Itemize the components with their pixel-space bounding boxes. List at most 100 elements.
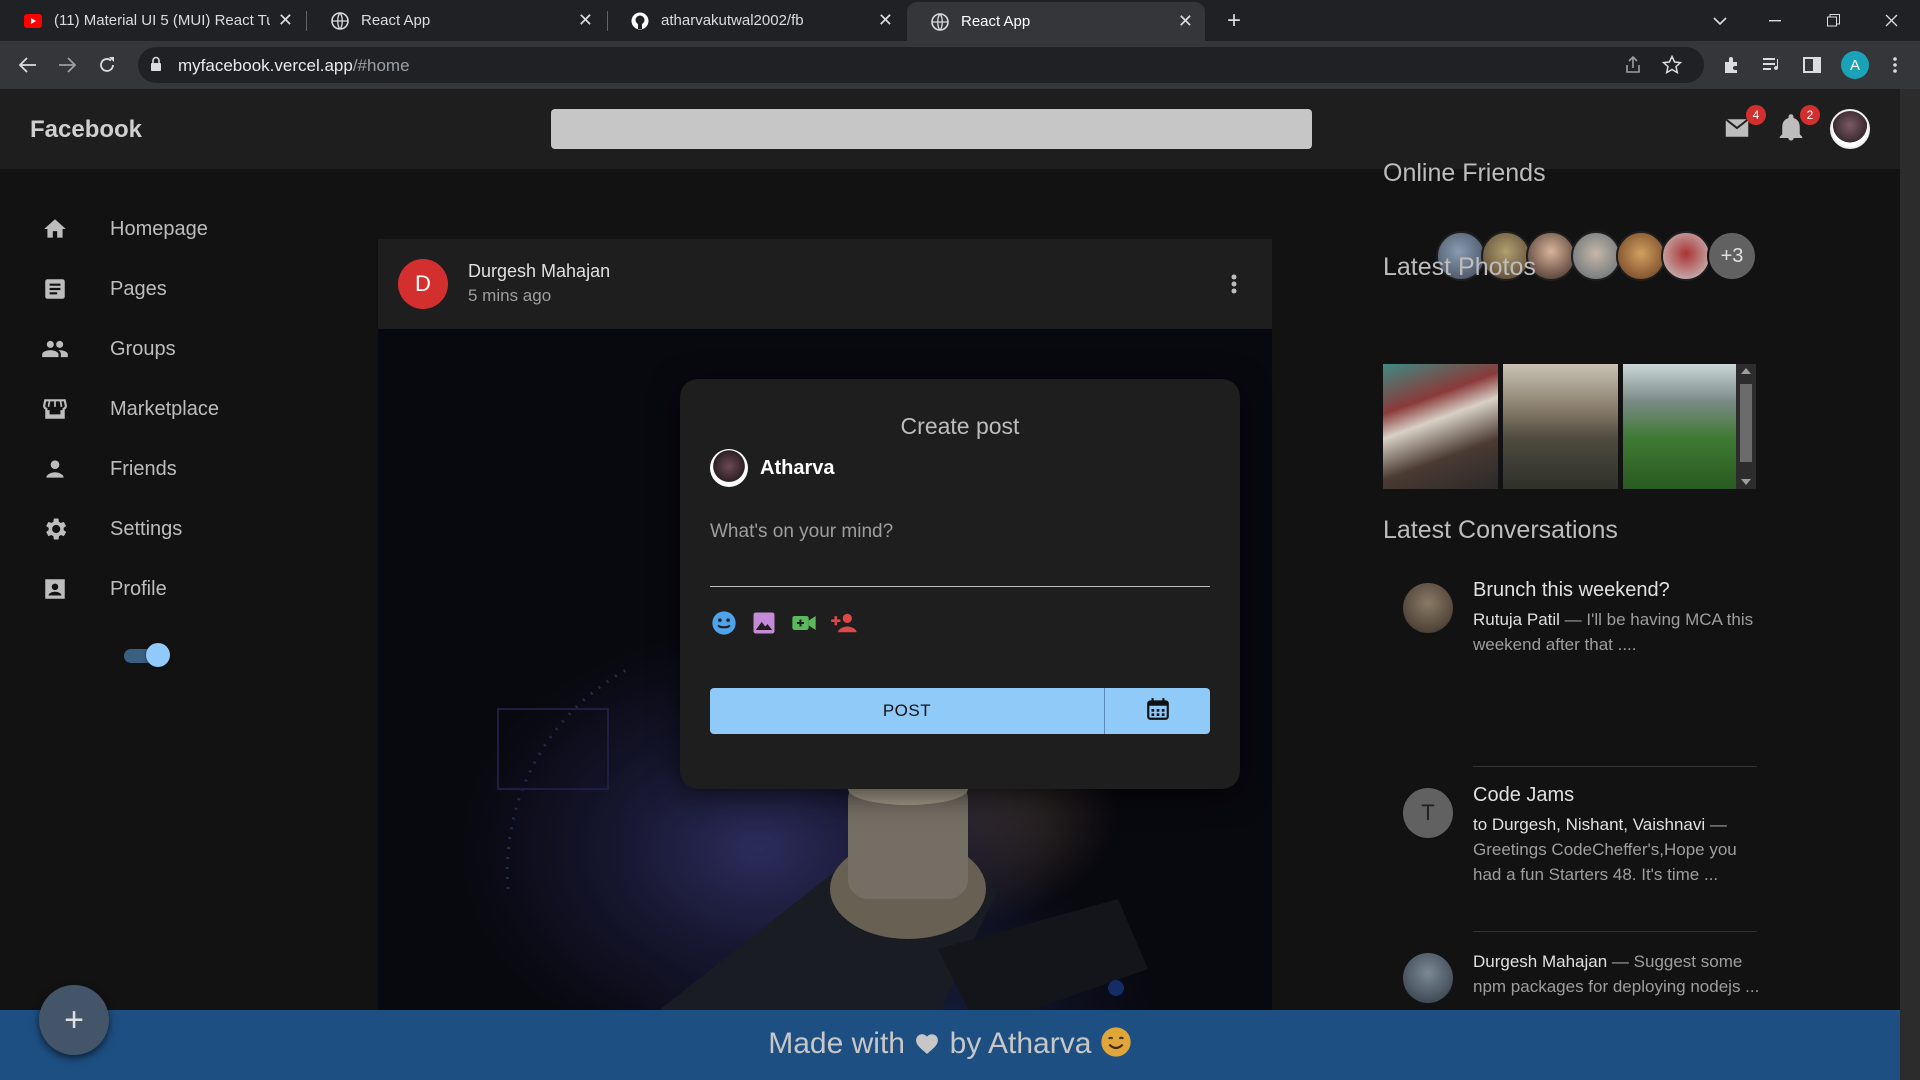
footer-text-after: by Atharva (949, 1027, 1092, 1060)
person-icon (40, 454, 70, 484)
tab-react-app-active[interactable]: React App ✕ (907, 2, 1205, 41)
create-post-modal: Create post Atharva What's on your mind?… (680, 379, 1240, 789)
image-icon[interactable] (750, 609, 778, 637)
notifications-bell-icon[interactable]: 2 (1776, 105, 1820, 145)
post-button-group: POST (710, 688, 1210, 734)
browser-profile-avatar[interactable]: A (1841, 51, 1869, 79)
latest-photo[interactable] (1383, 364, 1498, 489)
latest-photos-title: Latest Photos (1383, 253, 1536, 281)
online-friend-avatar[interactable] (1571, 231, 1621, 281)
settings-gear-icon (40, 514, 70, 544)
tab-search-chevron-icon[interactable] (1691, 0, 1749, 41)
notifications-badge: 2 (1800, 105, 1820, 125)
page-scrollbar[interactable] (1900, 89, 1920, 1080)
tab-title: React App (361, 12, 431, 29)
mail-icon[interactable]: 4 (1722, 105, 1766, 145)
sidebar-item-label: Pages (110, 277, 167, 300)
conversation-avatar: T (1403, 788, 1453, 838)
reload-icon[interactable] (91, 49, 123, 81)
more-vert-icon[interactable] (1224, 269, 1244, 299)
tab-github[interactable]: atharvakutwal2002/fb ✕ (607, 0, 905, 41)
sidebar-item-profile[interactable]: Profile (40, 569, 167, 609)
conversation-item[interactable]: T Code Jams to Durgesh, Nishant, Vaishna… (1383, 784, 1758, 924)
conversation-sender: Rutuja Patil (1473, 610, 1560, 629)
browser-menu-icon[interactable] (1879, 49, 1911, 81)
close-window-icon[interactable] (1862, 0, 1920, 41)
conversation-preview: Durgesh Mahajan — Suggest some npm packa… (1473, 949, 1763, 999)
switch-thumb[interactable] (146, 643, 170, 667)
schedule-button[interactable] (1104, 688, 1210, 734)
conversation-avatar (1403, 583, 1453, 633)
post-timestamp: 5 mins ago (468, 286, 552, 305)
conversation-preview: Rutuja Patil — I'll be having MCA this w… (1473, 607, 1763, 657)
tab-react-app-1[interactable]: React App ✕ (307, 0, 605, 41)
sidebar-item-marketplace[interactable]: Marketplace (40, 389, 219, 429)
forward-arrow-icon[interactable] (51, 49, 83, 81)
post-author-avatar[interactable]: D (398, 259, 448, 309)
sidebar-item-label: Groups (110, 337, 176, 360)
latest-photo[interactable] (1623, 364, 1738, 489)
footer-text: Made with by Atharva (0, 1026, 1900, 1061)
sidebar-item-settings[interactable]: Settings (40, 509, 182, 549)
post-text-input[interactable]: What's on your mind? (710, 509, 1210, 587)
close-tab-icon[interactable]: ✕ (578, 10, 593, 31)
online-friend-avatar[interactable] (1616, 231, 1666, 281)
moon-icon (40, 638, 70, 668)
conversation-title: Brunch this weekend? (1473, 579, 1670, 601)
minimize-icon[interactable] (1746, 0, 1804, 41)
user-avatar[interactable] (1830, 109, 1870, 149)
emoji-icon[interactable] (710, 609, 738, 637)
post-author-name: Durgesh Mahajan (468, 261, 611, 281)
bookmark-star-icon[interactable] (1661, 54, 1683, 80)
sidebar-item-label: Marketplace (110, 397, 219, 420)
online-friend-avatar[interactable] (1661, 231, 1711, 281)
sidebar-item-label: Profile (110, 577, 167, 600)
post-text-placeholder: What's on your mind? (710, 521, 894, 542)
post-header: D Durgesh Mahajan 5 mins ago (378, 239, 1272, 329)
footer-bar: Made with by Atharva (0, 1010, 1900, 1080)
tab-youtube[interactable]: (11) Material UI 5 (MUI) React Tu ✕ (0, 0, 305, 41)
photos-scrollbar[interactable] (1736, 364, 1756, 489)
tab-title: atharvakutwal2002/fb (661, 12, 804, 29)
search-input[interactable] (551, 109, 1312, 149)
close-tab-icon[interactable]: ✕ (878, 10, 893, 31)
dark-mode-switch[interactable] (124, 643, 172, 667)
url-path: /#home (352, 56, 410, 75)
scrollbar-thumb[interactable] (1740, 384, 1752, 462)
sidebar-item-label: Settings (110, 517, 183, 540)
sidebar-item-pages[interactable]: Pages (40, 269, 167, 309)
dark-mode-row (40, 633, 110, 673)
extensions-puzzle-icon[interactable] (1716, 49, 1748, 81)
brand-logo-text[interactable]: Facebook (30, 116, 142, 144)
close-tab-icon[interactable]: ✕ (1178, 11, 1193, 32)
article-icon (40, 274, 70, 304)
back-arrow-icon[interactable] (12, 49, 44, 81)
latest-photo[interactable] (1503, 364, 1618, 489)
github-icon (631, 12, 649, 30)
close-tab-icon[interactable]: ✕ (278, 10, 293, 31)
address-bar[interactable]: myfacebook.vercel.app/#home (138, 47, 1704, 83)
person-add-icon[interactable] (830, 609, 858, 637)
add-fab-button[interactable]: + (39, 985, 109, 1055)
calendar-icon (1145, 696, 1171, 727)
app-bar: Facebook 4 2 (0, 89, 1900, 169)
conversation-item[interactable]: Brunch this weekend? Rutuja Patil — I'll… (1383, 579, 1758, 689)
latest-conversations-title: Latest Conversations (1383, 516, 1618, 544)
post-button[interactable]: POST (710, 688, 1104, 734)
tab-title: React App (961, 13, 1031, 30)
more-friends-count[interactable]: +3 (1707, 231, 1757, 281)
side-panel-icon[interactable] (1796, 49, 1828, 81)
restore-icon[interactable] (1804, 0, 1862, 41)
new-tab-button[interactable]: + (1210, 0, 1258, 41)
sidebar-item-friends[interactable]: Friends (40, 449, 177, 489)
video-camera-icon[interactable] (790, 609, 818, 637)
conversation-sender: Durgesh Mahajan (1473, 952, 1608, 971)
share-icon[interactable] (1624, 55, 1642, 79)
mail-badge: 4 (1746, 105, 1766, 125)
lock-icon[interactable] (150, 56, 162, 77)
home-icon (40, 214, 70, 244)
sidebar-item-groups[interactable]: Groups (40, 329, 176, 369)
media-queue-icon[interactable] (1756, 49, 1788, 81)
account-box-icon (40, 574, 70, 604)
sidebar-item-homepage[interactable]: Homepage (40, 209, 208, 249)
